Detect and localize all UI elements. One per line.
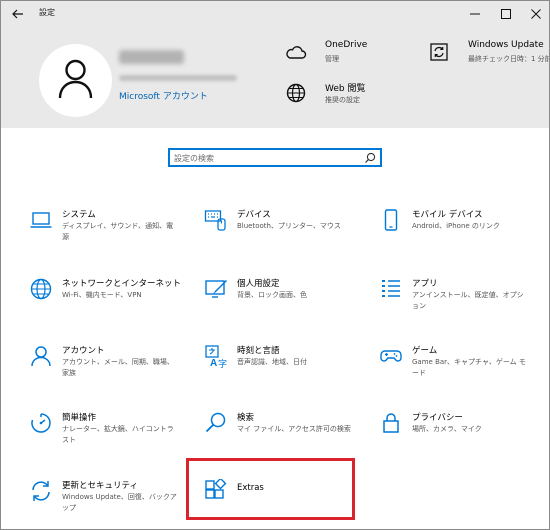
tile-privacy-name: プライバシー [412,413,463,423]
tile-accounts-desc: アカウント、メール、同期、職場、家族 [62,358,174,377]
tile-search-desc: マイ ファイル、アクセス許可の検索 [237,425,351,433]
onedrive-title: OneDrive [325,40,368,50]
blurred-user-name [119,50,184,64]
ease-of-access-icon [31,413,51,433]
tile-update-security[interactable]: 更新とセキュリティ Windows Update、回復、バックアップ [29,479,189,527]
web-browsing-title: Web 閲覧 [325,84,366,94]
tile-privacy-desc: 場所、カメラ、マイク [412,425,482,433]
tile-mobile-devices-name: モバイル デバイス [412,210,483,220]
tile-search-name: 検索 [237,413,255,423]
update-sync-icon [430,43,448,61]
windows-update-sub: 最終チェック日時：1 分前 [468,55,550,63]
blurred-user-email [119,75,237,81]
tile-ease-of-access-name: 簡単操作 [62,413,97,423]
globe-icon [30,278,52,300]
tile-apps-desc: アンインストール、既定値、オプション [412,291,524,310]
tile-personalization-name: 個人用設定 [237,279,280,289]
apps-list-icon [382,280,400,297]
laptop-icon [30,212,52,228]
tile-time-language-name: 時刻と言語 [237,346,280,356]
tile-accounts-name: アカウント [62,346,105,356]
tile-network[interactable]: ネットワークとインターネット Wi-Fi、機内モード、VPN [29,277,189,325]
tile-devices[interactable]: デバイス Bluetooth、プリンター、マウス [204,208,364,256]
tile-personalization[interactable]: 個人用設定 背景、ロック画面、色 [204,277,364,325]
tile-search[interactable]: 検索 マイ ファイル、アクセス許可の検索 [204,411,364,459]
back-arrow-icon[interactable] [9,5,27,23]
search-icon[interactable] [364,152,376,164]
person-icon [31,346,51,367]
personalization-icon [205,280,227,298]
settings-search-box[interactable] [168,148,382,167]
search-icon [205,412,226,433]
person-avatar-icon [58,59,93,99]
gamepad-icon [380,350,402,362]
extras-highlight-box [186,458,355,520]
microsoft-account-link[interactable]: Microsoft アカウント [119,89,208,102]
onedrive-sub: 管理 [325,55,339,63]
tile-network-name: ネットワークとインターネット [62,279,182,289]
svg-text:A: A [210,358,217,368]
tile-privacy[interactable]: プライバシー 場所、カメラ、マイク [379,411,539,459]
tile-apps-name: アプリ [412,279,438,289]
tile-update-security-desc: Windows Update、回復、バックアップ [62,493,177,512]
tile-system[interactable]: システム ディスプレイ、サウンド、通知、電源 [29,208,189,256]
tile-devices-desc: Bluetooth、プリンター、マウス [237,222,341,230]
update-icon [32,481,50,501]
window-title: 設定 [39,8,55,17]
tile-gaming-name: ゲーム [412,346,438,356]
tile-update-security-name: 更新とセキュリティ [62,481,138,491]
tile-gaming-desc: Game Bar、キャプチャ、ゲーム モード [412,358,526,377]
tile-devices-name: デバイス [237,210,271,220]
web-browsing-sub: 推奨の設定 [325,96,360,104]
avatar[interactable] [39,44,112,117]
close-icon[interactable] [527,5,545,23]
tile-system-name: システム [62,210,96,220]
minimize-icon[interactable] [466,5,484,23]
tile-ease-of-access[interactable]: 簡単操作 ナレーター、拡大鏡、ハイコントラスト [29,411,189,459]
settings-window: 設定 Microsoft アカウント OneDrive 管理 Web 閲覧 推奨… [0,0,550,530]
tile-personalization-desc: 背景、ロック画面、色 [237,291,307,299]
tile-time-language-desc: 音声認識、地域、日付 [237,358,307,366]
globe-icon [286,83,306,103]
phone-icon [384,209,398,231]
maximize-icon[interactable] [497,5,515,23]
account-header: Microsoft アカウント OneDrive 管理 Web 閲覧 推奨の設定 [1,26,549,128]
tile-system-desc: ディスプレイ、サウンド、通知、電源 [62,222,174,241]
tile-accounts[interactable]: アカウント アカウント、メール、同期、職場、家族 [29,344,189,392]
tile-apps[interactable]: アプリ アンインストール、既定値、オプション [379,277,539,325]
lock-icon [383,413,399,433]
keyboard-icon [204,210,226,231]
tile-ease-of-access-desc: ナレーター、拡大鏡、ハイコントラスト [62,425,174,444]
svg-text:字: 字 [218,358,227,368]
windows-update-title: Windows Update [468,40,544,50]
time-language-icon: A 字 [205,345,227,368]
cloud-icon [286,46,307,59]
tile-mobile-devices[interactable]: モバイル デバイス Android、iPhone のリンク [379,208,539,256]
search-input[interactable] [174,151,360,165]
tile-network-desc: Wi-Fi、機内モード、VPN [62,291,142,299]
tile-gaming[interactable]: ゲーム Game Bar、キャプチャ、ゲーム モード [379,344,539,392]
title-bar: 設定 [1,1,549,26]
tile-mobile-devices-desc: Android、iPhone のリンク [412,222,500,230]
tile-time-language[interactable]: A 字 時刻と言語 音声認識、地域、日付 [204,344,364,392]
